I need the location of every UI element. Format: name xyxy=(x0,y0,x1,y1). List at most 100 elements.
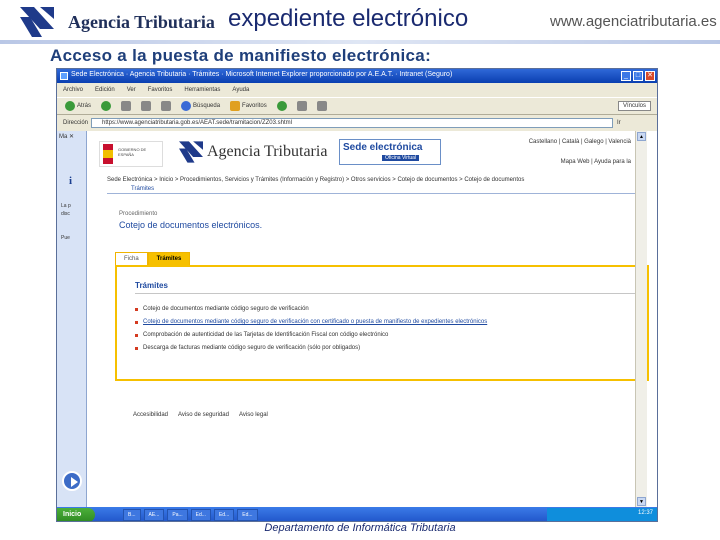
minimize-icon[interactable]: _ xyxy=(621,71,631,81)
slide-header: Agencia Tributaria expediente electrónic… xyxy=(0,0,720,46)
scroll-up-icon[interactable]: ▲ xyxy=(637,132,646,141)
maximize-icon[interactable]: □ xyxy=(633,71,643,81)
menu-herramientas[interactable]: Herramientas xyxy=(184,87,220,93)
sitemap-links[interactable]: Mapa Web | Ayuda para la xyxy=(561,159,631,165)
star-icon xyxy=(230,101,241,111)
menu-ayuda[interactable]: Ayuda xyxy=(232,87,249,93)
panel-title: Trámites xyxy=(135,281,168,290)
menu-favoritos[interactable]: Favoritos xyxy=(148,87,173,93)
toolbar: Atrás Búsqueda Favoritos Vínculos xyxy=(57,97,657,115)
mail-button[interactable] xyxy=(296,101,307,111)
forward-arrow-icon xyxy=(101,101,112,111)
vertical-scrollbar[interactable]: ▲ ▼ xyxy=(635,131,647,507)
tramites-panel: Trámites Cotejo de documentos mediante c… xyxy=(115,265,649,381)
home-icon xyxy=(161,101,172,111)
clock: 12:37 xyxy=(637,510,653,516)
list-item[interactable]: Cotejo de documentos mediante código seg… xyxy=(135,303,487,316)
address-label: Dirección xyxy=(63,120,89,126)
printer-icon xyxy=(316,101,327,111)
menubar: Archivo Edición Ver Favoritos Herramient… xyxy=(57,84,657,96)
history-button[interactable] xyxy=(276,101,287,111)
browser-window: Sede Electrónica · Agencia Tributaria · … xyxy=(56,68,658,522)
side-panel-text: disc xyxy=(61,211,70,217)
address-input[interactable]: https://www.agenciatributaria.gob.es/AEA… xyxy=(91,118,613,128)
gobierno-logo: GOBIERNO DE ESPAÑA xyxy=(99,141,163,167)
ie-icon xyxy=(60,72,68,80)
print-button[interactable] xyxy=(316,101,327,111)
list-item[interactable]: Descarga de facturas mediante código seg… xyxy=(135,342,487,355)
system-tray: 12:37 xyxy=(547,508,657,521)
info-icon: i xyxy=(69,175,73,187)
history-icon xyxy=(276,101,287,111)
tab-ficha[interactable]: Ficha xyxy=(115,252,148,265)
procedure-tabs: Ficha Trámites xyxy=(115,252,191,265)
back-button[interactable]: Atrás xyxy=(65,101,91,111)
procedure-label: Procedimiento xyxy=(119,211,158,217)
taskbar-item[interactable]: Ed... xyxy=(190,509,211,521)
links-button[interactable]: Vínculos xyxy=(617,101,651,111)
site-url[interactable]: www.agenciatributaria.es xyxy=(550,13,717,30)
gov-label: GOBIERNO DE ESPAÑA xyxy=(118,147,147,157)
web-page: GOBIERNO DE ESPAÑA Agencia Tributaria Se… xyxy=(87,131,649,507)
slide-footer: Departamento de Informática Tributaria xyxy=(264,522,456,534)
at-logo-text: Agencia Tributaria xyxy=(207,143,328,160)
tramites-list: Cotejo de documentos mediante código seg… xyxy=(135,303,487,355)
favorites-button[interactable]: Favoritos xyxy=(230,101,267,111)
browser-viewport: Ma ✕ i La p disc Pue GOBIERNO DE ESPAÑA … xyxy=(57,131,657,507)
taskbar-item[interactable]: Ed... xyxy=(213,509,235,521)
window-title: Sede Electrónica · Agencia Tributaria · … xyxy=(71,71,453,78)
sede-sub-label: Oficina Virtual xyxy=(382,155,420,161)
stop-button[interactable] xyxy=(121,101,132,111)
slide-title: expediente electrónico xyxy=(228,5,469,32)
tab-tramites[interactable]: Trámites xyxy=(147,252,191,265)
page-footer-links: Accesibilidad Aviso de seguridad Aviso l… xyxy=(133,412,268,418)
go-button[interactable]: Ir xyxy=(617,120,621,126)
breadcrumb[interactable]: Sede Electrónica > Inicio > Procedimient… xyxy=(107,177,524,183)
play-icon[interactable] xyxy=(62,471,82,491)
forward-button[interactable] xyxy=(101,101,112,111)
list-item[interactable]: Comprobación de autenticidad de las Tarj… xyxy=(135,329,487,342)
window-titlebar[interactable]: Sede Electrónica · Agencia Tributaria · … xyxy=(57,69,657,83)
taskbar-items: B... AE... Pa... Ed... Ed... Ed... xyxy=(123,509,258,521)
window-controls: _ □ ✕ xyxy=(621,71,655,81)
stop-icon xyxy=(121,101,132,111)
back-arrow-icon xyxy=(65,101,75,111)
at-logo-icon xyxy=(179,141,203,163)
panel-divider xyxy=(135,293,635,294)
breadcrumb-current[interactable]: Trámites xyxy=(131,186,154,192)
menu-edicion[interactable]: Edición xyxy=(95,87,115,93)
taskbar: Inicio B... AE... Pa... Ed... Ed... Ed..… xyxy=(57,507,657,521)
language-links[interactable]: Castellano | Català | Galego | Valencià xyxy=(529,139,631,145)
scroll-down-icon[interactable]: ▼ xyxy=(637,497,646,506)
agencia-tributaria-logo-icon xyxy=(20,7,54,37)
address-bar: Dirección https://www.agenciatributaria.… xyxy=(57,116,657,130)
search-button[interactable]: Búsqueda xyxy=(181,101,220,111)
nav-divider xyxy=(107,193,635,194)
side-panel: Ma ✕ i La p disc Pue xyxy=(57,131,87,507)
mail-icon xyxy=(296,101,307,111)
side-panel-text: La p xyxy=(61,203,71,209)
taskbar-item[interactable]: B... xyxy=(123,509,141,521)
close-icon[interactable]: ✕ xyxy=(645,71,655,81)
refresh-icon xyxy=(141,101,152,111)
taskbar-item[interactable]: Pa... xyxy=(167,509,188,521)
list-item-puesta-manifiesto[interactable]: Cotejo de documentos mediante código seg… xyxy=(135,316,487,329)
footer-link-seguridad[interactable]: Aviso de seguridad xyxy=(178,412,229,418)
procedure-title: Cotejo de documentos electrónicos. xyxy=(119,220,263,230)
taskbar-item[interactable]: Ed... xyxy=(237,509,258,521)
side-panel-close[interactable]: Ma ✕ xyxy=(59,133,74,140)
home-button[interactable] xyxy=(161,101,172,111)
slide-subtitle: Acceso a la puesta de manifiesto electró… xyxy=(50,46,432,65)
sede-electronica-badge[interactable]: Sede electrónica Oficina Virtual xyxy=(339,139,441,165)
taskbar-item[interactable]: AE... xyxy=(143,509,165,521)
start-button[interactable]: Inicio xyxy=(57,508,95,521)
side-panel-text: Pue xyxy=(61,235,70,241)
sede-main-label: Sede electrónica xyxy=(343,142,423,153)
footer-link-accesibilidad[interactable]: Accesibilidad xyxy=(133,412,168,418)
refresh-button[interactable] xyxy=(141,101,152,111)
footer-link-legal[interactable]: Aviso legal xyxy=(239,412,268,418)
menu-ver[interactable]: Ver xyxy=(127,87,136,93)
logo-text: Agencia Tributaria xyxy=(68,12,215,32)
menu-archivo[interactable]: Archivo xyxy=(63,87,83,93)
search-icon xyxy=(181,101,192,111)
